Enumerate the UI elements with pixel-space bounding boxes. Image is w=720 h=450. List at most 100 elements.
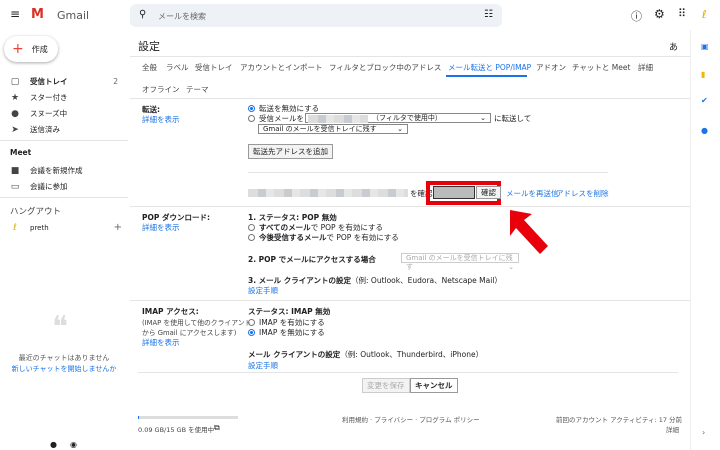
tab-accounts[interactable]: アカウントとインポート: [240, 62, 323, 73]
user-icon: ℓ: [13, 222, 17, 233]
meet-heading: Meet: [10, 148, 32, 157]
label: 会議を新規作成: [30, 166, 83, 175]
resend-email-link[interactable]: メールを再送信: [506, 188, 559, 199]
storage-text: 0.09 GB/15 GB を使用中: [138, 426, 215, 434]
menu-icon[interactable]: ≡: [10, 7, 20, 21]
verification-code-input[interactable]: [433, 186, 475, 199]
help-icon[interactable]: ⓘ: [631, 8, 642, 24]
compose-label: 作成: [31, 44, 48, 54]
forwarding-details-link[interactable]: 詳細を表示: [142, 114, 180, 125]
tab-general[interactable]: 全般: [142, 62, 157, 73]
delete-address-link[interactable]: アドレスを削除: [556, 188, 609, 199]
label: スヌーズ中: [30, 109, 68, 118]
expand-icon[interactable]: ›: [702, 428, 705, 437]
label: 送信済み: [30, 125, 60, 134]
label: で POP を有効にする: [326, 233, 399, 242]
pop-setup-link[interactable]: 設定手順: [248, 285, 278, 296]
chevron-down-icon: ⌄: [480, 114, 486, 122]
keep-icon[interactable]: ▮: [701, 70, 705, 79]
sidebar-item-snoozed[interactable]: ● スヌーズ中: [10, 108, 67, 119]
red-arrow-icon: [510, 210, 548, 254]
calendar-icon[interactable]: ▣: [701, 42, 709, 51]
top-bar: ≡ M Gmail ⚲ メールを検索 ☷ ⓘ ⚙ ⠿ ℓ: [0, 0, 720, 30]
search-icon: ⚲: [139, 9, 147, 20]
imap-client-examples: （例: Outlook、Thunderbird、iPhone）: [340, 350, 484, 359]
pop-access-select[interactable]: Gmail のメールを受信トレイに残す ⌄: [401, 253, 519, 271]
count: 2: [113, 77, 118, 86]
imap-disable-radio[interactable]: IMAP を無効にする: [248, 327, 325, 338]
label: 受信トレイ: [30, 77, 68, 86]
tab-filters[interactable]: フィルタとブロック中のアドレス: [329, 62, 441, 73]
side-panel: ▣ ▮ ✔ ● ›: [690, 30, 720, 450]
gmail-logo-icon: M: [31, 7, 44, 22]
search-input[interactable]: ⚲ メールを検索 ☷: [130, 4, 502, 27]
pop-client-examples: （例: Outlook、Eudora、Netscape Mail）: [351, 276, 502, 285]
label: 今後受信するメール: [259, 233, 327, 242]
label: で POP を有効にする: [310, 223, 383, 232]
storage-bar: [138, 416, 238, 419]
chat-bubble-icon: ❝: [52, 310, 69, 345]
activity-details-link[interactable]: 詳細: [666, 424, 679, 434]
input-tools-button[interactable]: あ: [669, 40, 678, 53]
person-icon[interactable]: ●: [50, 440, 57, 449]
pop-future-radio[interactable]: 今後受信するメールで POP を有効にする: [248, 232, 399, 243]
save-changes-button[interactable]: 変更を保存: [362, 378, 410, 393]
compose-button[interactable]: + 作成: [4, 36, 58, 62]
account-activity: 前回のアカウント アクティビティ: 17 分前: [556, 416, 683, 424]
hangouts-icon[interactable]: ◉: [70, 440, 77, 449]
tab-inbox[interactable]: 受信トレイ: [195, 62, 233, 73]
imap-details-link[interactable]: 詳細を表示: [142, 337, 180, 348]
cancel-button[interactable]: キャンセル: [410, 378, 458, 393]
tab-advanced[interactable]: 詳細: [638, 62, 653, 73]
tab-forwarding-pop-imap[interactable]: メール転送と POP/IMAP: [448, 62, 531, 73]
sidebar-item-sent[interactable]: ➤ 送信済み: [10, 124, 60, 135]
label: IMAP を無効にする: [259, 328, 325, 337]
label: 転送を無効にする: [259, 104, 320, 113]
video-icon: ■: [10, 165, 20, 176]
tab-addons[interactable]: アドオン: [536, 62, 566, 73]
pop-client-label: 3. メール クライアントの設定: [248, 276, 351, 285]
plus-icon[interactable]: +: [114, 222, 122, 233]
imap-label: IMAP アクセス:: [142, 307, 199, 316]
imap-status: ステータス: IMAP 無効: [248, 307, 331, 316]
sidebar-item-inbox[interactable]: ▢ 受信トレイ 2: [10, 76, 118, 87]
open-external-icon[interactable]: ⧉: [214, 423, 220, 433]
sidebar: + 作成 ▢ 受信トレイ 2 ★ スター付き ● スヌーズ中 ➤ 送信済み Meet ■ 会議…: [0, 30, 128, 450]
label: IMAP を有効にする: [259, 318, 325, 327]
value: （フィルタで使用中）: [372, 114, 442, 122]
star-icon: ★: [10, 92, 20, 103]
label: 受信メールを: [259, 114, 304, 123]
new-chat-link[interactable]: 新しいチャットを開始しませんか: [0, 364, 128, 374]
sidebar-item-starred[interactable]: ★ スター付き: [10, 92, 68, 103]
keyboard-icon: ▭: [10, 181, 20, 192]
clock-icon: ●: [11, 108, 19, 119]
tab-themes[interactable]: テーマ: [186, 84, 209, 95]
footer-links[interactable]: 利用規約 · プライバシー · プログラム ポリシー: [342, 414, 480, 424]
tasks-icon[interactable]: ✔: [701, 96, 708, 105]
gear-icon[interactable]: ⚙: [654, 7, 665, 21]
tab-labels[interactable]: ラベル: [166, 62, 189, 73]
forward-keep-select[interactable]: Gmail のメールを受信トレイに残す ⌄: [258, 124, 408, 134]
avatar[interactable]: ℓ: [702, 8, 707, 21]
filter-options-icon[interactable]: ☷: [484, 9, 493, 20]
imap-desc: (IMAP を使用して他のクライアント: [142, 319, 252, 327]
contacts-icon[interactable]: ●: [701, 126, 708, 135]
forward-enable-radio[interactable]: 受信メールを: [248, 113, 304, 124]
forward-suffix: に転送して: [494, 114, 532, 123]
search-placeholder: メールを検索: [158, 12, 206, 21]
send-icon: ➤: [11, 124, 19, 135]
apps-icon[interactable]: ⠿: [678, 7, 686, 20]
hangouts-user[interactable]: ℓ preth +: [10, 222, 122, 233]
chat-empty-text: 最近のチャットはありません: [18, 354, 110, 362]
redacted-address: [248, 189, 408, 197]
imap-setup-link[interactable]: 設定手順: [248, 360, 278, 371]
forward-address-select[interactable]: （フィルタで使用中） ⌄: [305, 113, 491, 123]
add-forwarding-address-button[interactable]: 転送先アドレスを追加: [248, 144, 333, 159]
tab-offline[interactable]: オフライン: [142, 84, 180, 95]
verify-button[interactable]: 確認: [476, 186, 501, 199]
join-meeting[interactable]: ▭ 会議に参加: [10, 181, 68, 192]
pop-details-link[interactable]: 詳細を表示: [142, 222, 180, 233]
value: Gmail のメールを受信トレイに残す: [406, 254, 513, 271]
new-meeting[interactable]: ■ 会議を新規作成: [10, 165, 83, 176]
tab-chat-meet[interactable]: チャットと Meet: [572, 62, 630, 73]
